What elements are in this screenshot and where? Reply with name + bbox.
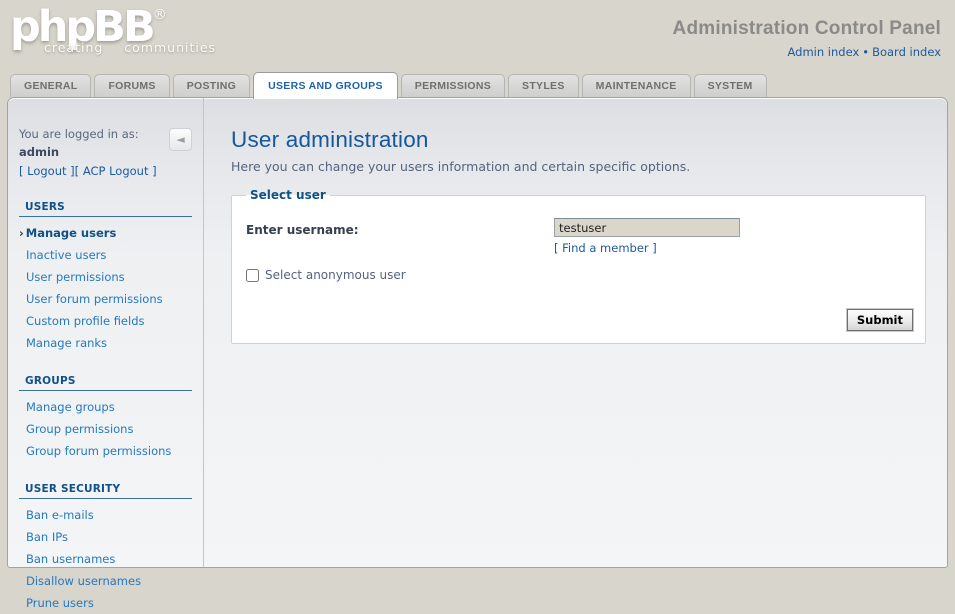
- sidebar-item-ban-usernames[interactable]: Ban usernames: [19, 548, 192, 570]
- sidebar-item-manage-ranks[interactable]: Manage ranks: [19, 332, 192, 354]
- sidebar-item-manage-users[interactable]: ›Manage users: [19, 222, 192, 244]
- page-header: phpBB® creating communities Administrati…: [0, 0, 955, 70]
- sidebar-item-group-forum-permissions[interactable]: Group forum permissions: [19, 440, 192, 462]
- sidebar-collapse-button[interactable]: ◄: [169, 128, 192, 151]
- tab-styles[interactable]: STYLES: [508, 74, 579, 97]
- select-user-fieldset: Select user Enter username: [ Find a mem…: [231, 188, 926, 344]
- logged-in-username: admin: [19, 143, 192, 161]
- admin-index-link[interactable]: Admin index: [788, 45, 860, 59]
- section-title-user-security: USER SECURITY: [19, 483, 192, 499]
- header-links: Admin index•Board index: [673, 45, 941, 59]
- submit-button[interactable]: Submit: [847, 309, 913, 331]
- sidebar-section-users: USERS ›Manage users Inactive users User …: [19, 201, 192, 354]
- section-title-groups: GROUPS: [19, 375, 192, 391]
- registered-mark: ®: [153, 7, 167, 23]
- page-title: User administration: [231, 127, 926, 153]
- find-a-member-link[interactable]: [ Find a member ]: [554, 241, 657, 255]
- sidebar-item-ban-emails[interactable]: Ban e-mails: [19, 504, 192, 526]
- sidebar-item-group-permissions[interactable]: Group permissions: [19, 418, 192, 440]
- sidebar-item-ban-ips[interactable]: Ban IPs: [19, 526, 192, 548]
- sidebar: You are logged in as: admin [ Logout ][ …: [8, 98, 204, 567]
- anonymous-user-label: Select anonymous user: [265, 268, 406, 282]
- page-description: Here you can change your users informati…: [231, 159, 926, 174]
- tab-general[interactable]: GENERAL: [10, 74, 91, 97]
- phpbb-logo: phpBB® creating communities: [10, 6, 216, 55]
- sidebar-item-custom-profile-fields[interactable]: Custom profile fields: [19, 310, 192, 332]
- acp-logout-link[interactable]: [ ACP Logout ]: [75, 164, 157, 178]
- board-index-link[interactable]: Board index: [872, 45, 941, 59]
- section-title-users: USERS: [19, 201, 192, 217]
- tab-bar: GENERAL FORUMS POSTING USERS AND GROUPS …: [0, 70, 955, 97]
- active-item-marker: ›: [19, 226, 24, 240]
- tab-system[interactable]: SYSTEM: [694, 74, 767, 97]
- tab-permissions[interactable]: PERMISSIONS: [401, 74, 505, 97]
- sidebar-item-user-forum-permissions[interactable]: User forum permissions: [19, 288, 192, 310]
- tab-forums[interactable]: FORUMS: [94, 74, 169, 97]
- main-panel: You are logged in as: admin [ Logout ][ …: [7, 97, 948, 568]
- content-area: User administration Here you can change …: [204, 98, 947, 567]
- username-input[interactable]: [554, 218, 740, 237]
- tab-maintenance[interactable]: MAINTENANCE: [582, 74, 691, 97]
- acp-title: Administration Control Panel: [673, 18, 941, 40]
- logout-link[interactable]: [ Logout ]: [19, 164, 75, 178]
- sidebar-item-inactive-users[interactable]: Inactive users: [19, 244, 192, 266]
- link-separator: •: [862, 45, 869, 59]
- collapse-left-arrow-icon: ◄: [176, 131, 184, 149]
- fieldset-legend: Select user: [246, 188, 330, 202]
- logged-in-block: You are logged in as: admin [ Logout ][ …: [19, 125, 192, 180]
- username-label: Enter username:: [246, 223, 359, 237]
- sidebar-item-user-permissions[interactable]: User permissions: [19, 266, 192, 288]
- sidebar-item-prune-users[interactable]: Prune users: [19, 592, 192, 614]
- sidebar-item-disallow-usernames[interactable]: Disallow usernames: [19, 570, 192, 592]
- tab-posting[interactable]: POSTING: [173, 74, 250, 97]
- sidebar-section-user-security: USER SECURITY Ban e-mails Ban IPs Ban us…: [19, 483, 192, 614]
- sidebar-section-groups: GROUPS Manage groups Group permissions G…: [19, 375, 192, 462]
- tab-users-and-groups[interactable]: USERS AND GROUPS: [253, 72, 398, 99]
- logged-in-label: You are logged in as:: [19, 125, 192, 143]
- sidebar-item-manage-groups[interactable]: Manage groups: [19, 396, 192, 418]
- anonymous-user-checkbox[interactable]: [246, 269, 259, 282]
